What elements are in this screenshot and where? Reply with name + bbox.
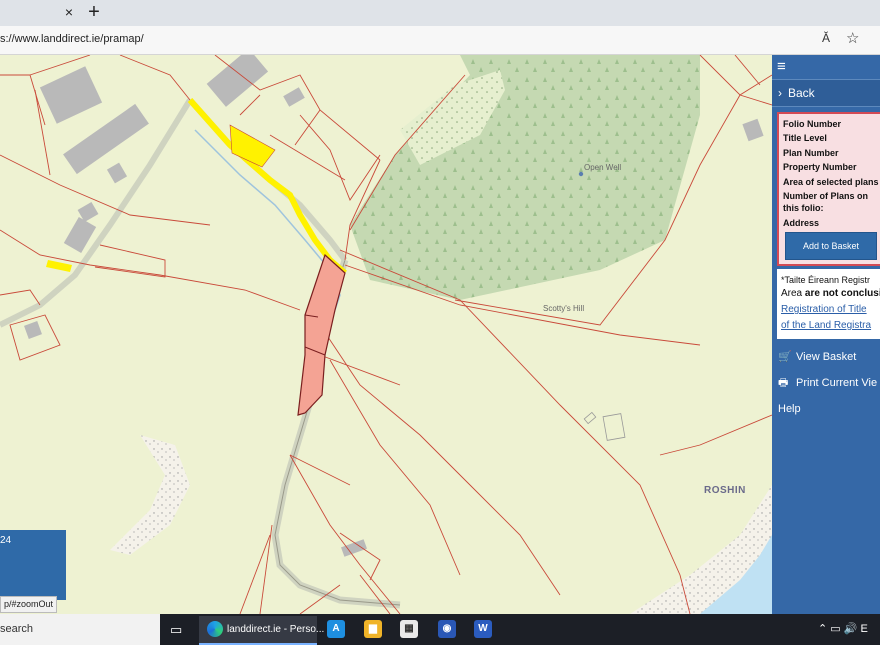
store-app-icon[interactable]: A bbox=[327, 620, 345, 638]
highlight-parcel bbox=[229, 124, 276, 168]
tab-close-icon[interactable]: × bbox=[60, 3, 78, 21]
highlight-strip bbox=[187, 98, 347, 276]
view-basket-label: View Basket bbox=[796, 351, 857, 363]
small-structure bbox=[583, 411, 597, 425]
notice-line-2: Area are not conclusi bbox=[781, 287, 880, 301]
file-explorer-icon[interactable]: ▆ bbox=[364, 620, 382, 638]
back-button[interactable]: › Back bbox=[772, 79, 880, 107]
edge-icon bbox=[207, 621, 223, 637]
print-view-label: Print Current Vie bbox=[796, 377, 878, 389]
area-label: Area of selected plans bbox=[783, 177, 879, 187]
map-canvas[interactable]: Open Well Scotty's Hill ROSHIN 24 p/#zoo… bbox=[0, 55, 772, 614]
scale-text: 24 bbox=[0, 535, 12, 546]
search-label: search bbox=[0, 623, 34, 635]
label-scottys-hill: Scotty's Hill bbox=[543, 304, 585, 313]
building bbox=[742, 118, 764, 142]
map-drawing bbox=[0, 55, 772, 614]
address-label: Address bbox=[783, 218, 820, 228]
status-bar-url: p/#zoomOut bbox=[0, 596, 58, 613]
disclaimer-notice: *Tailte Éireann Registr Area are not con… bbox=[777, 269, 880, 339]
label-roshin: ROSHIN bbox=[704, 485, 746, 496]
view-basket-button[interactable]: 🛒 View Basket bbox=[772, 345, 880, 369]
address-bar[interactable]: s://www.landdirect.ie/pramap/ Ă ☆ bbox=[0, 26, 880, 55]
word-icon[interactable]: W bbox=[474, 620, 492, 638]
building bbox=[283, 87, 305, 107]
plan-number-label: Plan Number bbox=[783, 148, 839, 158]
windows-taskbar: search ▭ landdirect.ie - Perso... A ▆ ▦ … bbox=[0, 614, 880, 645]
app-icon[interactable]: ◉ bbox=[438, 620, 456, 638]
building bbox=[341, 539, 367, 557]
print-icon: 🖶 bbox=[778, 377, 789, 389]
plans-on-folio-label-2: this folio: bbox=[783, 203, 824, 213]
edge-window-label: landdirect.ie - Perso... bbox=[227, 624, 325, 635]
selected-parcel bbox=[297, 253, 346, 416]
ms-store-icon[interactable]: ▦ bbox=[400, 620, 418, 638]
add-to-basket-button[interactable]: Add to Basket bbox=[785, 232, 877, 260]
print-view-button[interactable]: 🖶 Print Current Vie bbox=[772, 371, 880, 395]
back-label: Back bbox=[788, 86, 815, 100]
small-structure bbox=[602, 413, 626, 441]
folio-info-box: Folio Number Title Level Plan Number Pro… bbox=[777, 112, 880, 266]
property-number-label: Property Number bbox=[783, 162, 857, 172]
favorite-star-icon[interactable]: ☆ bbox=[846, 29, 859, 47]
notice-line-1: *Tailte Éireann Registr bbox=[781, 275, 871, 285]
road-edge bbox=[274, 259, 401, 606]
plans-on-folio-label: Number of Plans on bbox=[783, 191, 869, 201]
browser-tab-strip: × + bbox=[0, 0, 880, 26]
building bbox=[106, 162, 128, 184]
read-aloud-icon[interactable]: Ă bbox=[822, 31, 830, 45]
help-button[interactable]: Help bbox=[772, 397, 880, 421]
building bbox=[39, 66, 103, 124]
highlight-small bbox=[46, 260, 72, 272]
building bbox=[24, 321, 42, 339]
taskbar-search[interactable]: search bbox=[0, 614, 160, 645]
registration-link[interactable]: Registration of Title bbox=[781, 303, 867, 317]
chevron-right-icon: › bbox=[778, 86, 782, 100]
road bbox=[271, 258, 401, 609]
url-text[interactable]: s://www.landdirect.ie/pramap/ bbox=[0, 33, 144, 45]
well-marker bbox=[578, 171, 584, 177]
land-registry-link[interactable]: of the Land Registra bbox=[781, 319, 871, 333]
building bbox=[206, 55, 269, 107]
folio-number-label: Folio Number bbox=[783, 119, 841, 129]
task-view-icon[interactable]: ▭ bbox=[170, 622, 182, 638]
notice-bold: are not conclusi bbox=[804, 288, 880, 299]
taskbar-edge-window[interactable]: landdirect.ie - Perso... bbox=[199, 616, 324, 645]
label-open-well: Open Well bbox=[584, 163, 622, 172]
side-panel: ≡ › Back Folio Number Title Level Plan Nu… bbox=[772, 55, 880, 614]
basket-icon: 🛒 bbox=[778, 351, 792, 363]
notice-prefix: Area bbox=[781, 288, 805, 299]
new-tab-icon[interactable]: + bbox=[84, 1, 104, 23]
sand-strip-left bbox=[110, 435, 190, 555]
menu-icon[interactable]: ≡ bbox=[777, 58, 786, 75]
system-tray[interactable]: ⌃ ▭ 🔊 E bbox=[818, 614, 868, 645]
title-level-label: Title Level bbox=[783, 133, 827, 143]
